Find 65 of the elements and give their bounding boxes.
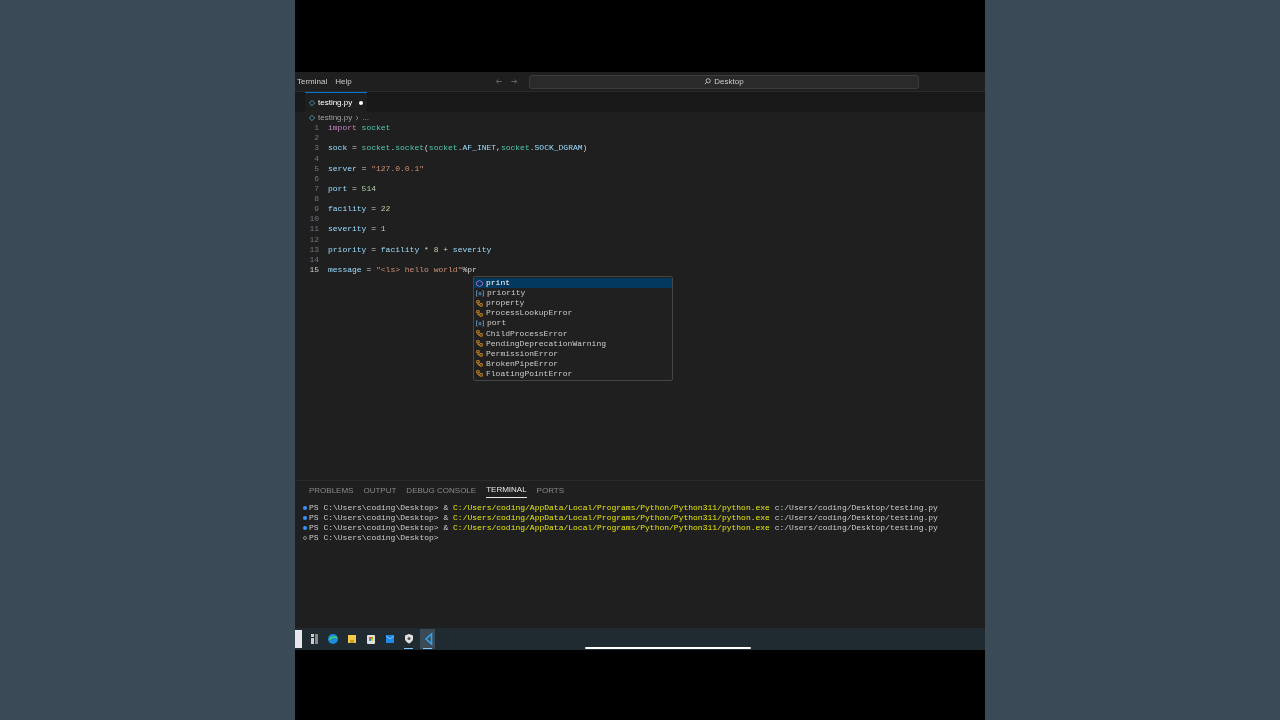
code-line: facility = 22 <box>328 203 391 216</box>
suggestion-item[interactable]: port <box>474 318 672 329</box>
breadcrumb-item[interactable]: testing.py <box>318 111 353 124</box>
class-icon <box>476 340 483 348</box>
suggestion-item[interactable]: print <box>474 278 672 289</box>
search-field[interactable]: Desktop <box>529 74 919 89</box>
code-line: message = "<ls> hello world"%pr <box>328 264 477 277</box>
line-number: 8 <box>313 193 319 206</box>
line-number: 13 <box>308 243 319 256</box>
code-line: severity = 1 <box>328 223 386 236</box>
forward-arrow-icon[interactable] <box>510 78 518 85</box>
line-number: 7 <box>313 182 319 195</box>
suggestion-item[interactable]: FloatingPointError <box>474 368 672 379</box>
panel-tab[interactable]: OUTPUT <box>363 484 397 498</box>
line-number: 9 <box>313 203 319 216</box>
code-line: server = "127.0.0.1" <box>328 162 425 175</box>
suggestion-item[interactable]: ChildProcessError <box>474 328 672 339</box>
line-number: 14 <box>308 253 319 266</box>
suggestion-item[interactable]: priority <box>474 288 672 299</box>
breadcrumb-item[interactable]: ... <box>362 111 369 124</box>
terminal-line: PS C:\Users\coding\Desktop> & C:/Users/coding/AppData/Local/Programs/Python/Python311/python.exe c:/Users/coding/Desktop/testing.py <box>309 523 938 533</box>
search-value: Desktop <box>714 75 744 88</box>
suggestion-item[interactable]: property <box>474 298 672 309</box>
code-line: sock = socket.socket(socket.AF_INET,socket.SOCK_DGRAM) <box>328 142 588 155</box>
line-number: 4 <box>313 152 319 165</box>
line-number: 6 <box>313 172 319 185</box>
panel-tab[interactable]: DEBUG CONSOLE <box>406 484 477 498</box>
code-line: priority = facility * 8 + severity <box>328 243 492 256</box>
line-number: 3 <box>313 142 319 155</box>
panel-tab[interactable]: PORTS <box>536 484 565 498</box>
line-number: 5 <box>313 162 319 175</box>
class-icon <box>476 309 483 317</box>
class-icon <box>476 350 483 358</box>
panel-tab[interactable]: TERMINAL <box>486 484 527 498</box>
class-icon <box>476 370 483 378</box>
class-icon <box>476 299 483 307</box>
search-icon <box>704 78 712 85</box>
terminal-line: PS C:\Users\coding\Desktop> <box>309 533 439 543</box>
editor-tab[interactable]: testing.py <box>305 92 368 112</box>
file-icon <box>309 114 315 121</box>
terminal-line: PS C:\Users\coding\Desktop> & C:/Users/coding/AppData/Local/Programs/Python/Python311/python.exe c:/Users/coding/Desktop/testing.py <box>309 513 938 523</box>
line-number: 2 <box>313 132 319 145</box>
variable-icon <box>476 289 484 297</box>
file-icon <box>309 99 315 106</box>
chevron-icon <box>355 114 360 121</box>
line-number: 10 <box>308 213 319 226</box>
code-line: port = 514 <box>328 182 376 195</box>
line-number: 12 <box>308 233 319 246</box>
class-icon <box>476 330 483 337</box>
line-number: 15 <box>308 264 319 277</box>
back-arrow-icon[interactable] <box>495 78 503 85</box>
terminal-line: PS C:\Users\coding\Desktop> & C:/Users/coding/AppData/Local/Programs/Python/Python311/python.exe c:/Users/coding/Desktop/testing.py <box>309 503 938 513</box>
menu-item[interactable]: Terminal <box>297 75 328 88</box>
line-number: 1 <box>313 122 319 135</box>
menu-item[interactable]: Help <box>335 75 352 88</box>
panel-tab[interactable]: PROBLEMS <box>309 484 354 498</box>
class-icon <box>476 360 483 368</box>
cube-icon <box>476 279 483 287</box>
suggestion-item[interactable]: ProcessLookupError <box>474 308 672 319</box>
suggestion-item[interactable]: PendingDeprecationWarning <box>474 338 672 349</box>
suggestion-item[interactable]: BrokenPipeError <box>474 358 672 369</box>
code-line: import socket <box>328 122 391 135</box>
variable-icon <box>476 319 484 327</box>
line-number: 11 <box>308 223 319 236</box>
suggestion-item[interactable]: PermissionError <box>474 348 672 359</box>
